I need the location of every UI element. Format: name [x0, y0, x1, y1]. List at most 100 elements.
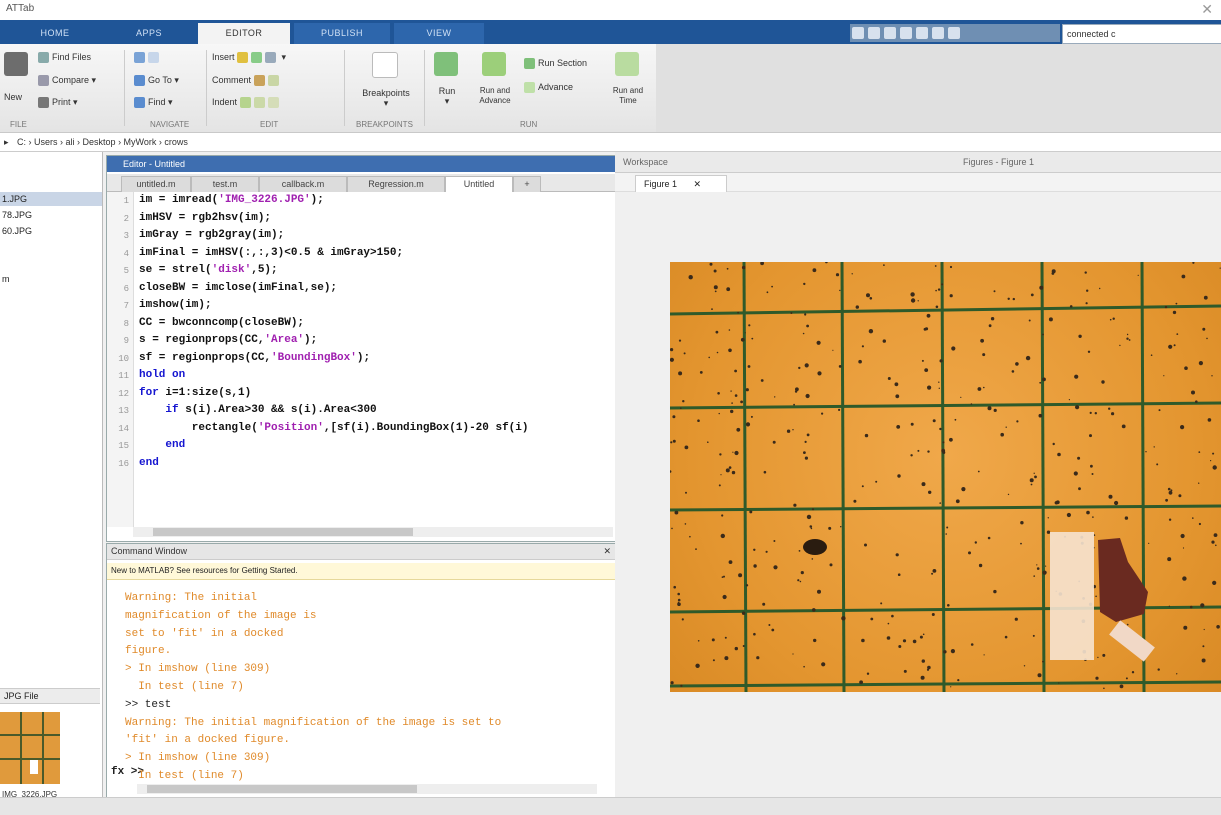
code-line[interactable]: se = strel('disk',5); — [139, 264, 278, 276]
goto-button[interactable]: Go To ▾ — [134, 75, 179, 87]
tab-view[interactable]: VIEW — [394, 23, 484, 44]
file-item[interactable]: m — [0, 272, 102, 286]
save-icon[interactable] — [852, 27, 864, 39]
comment-button[interactable]: Comment — [212, 75, 282, 87]
speck — [809, 525, 813, 528]
speck — [931, 613, 935, 616]
find-files-button[interactable]: Find Files — [38, 52, 91, 64]
close-icon[interactable]: ✕ — [603, 544, 611, 559]
run-button[interactable]: Run ▾ — [434, 52, 460, 107]
code-line[interactable]: s = regionprops(CC,'Area'); — [139, 334, 317, 346]
figure-tab[interactable]: Figure 1 ✕ — [635, 175, 727, 192]
speck — [931, 572, 934, 575]
file-item[interactable]: 60.JPG — [0, 224, 102, 238]
horizontal-scrollbar[interactable] — [133, 527, 613, 537]
editor-tab[interactable]: test.m — [191, 176, 259, 192]
navigate-arrows[interactable] — [134, 52, 162, 64]
copy-icon[interactable] — [884, 27, 896, 39]
speck — [932, 419, 936, 423]
run-section-button[interactable]: Run Section — [524, 58, 587, 70]
print-button[interactable]: Print ▾ — [38, 97, 78, 109]
compare-button[interactable]: Compare ▾ — [38, 75, 96, 87]
speck — [1016, 420, 1019, 423]
speck — [730, 409, 734, 414]
code-line[interactable]: for i=1:size(s,1) — [139, 387, 251, 399]
speck — [912, 639, 917, 644]
speck — [1172, 310, 1177, 315]
editor-tab-active[interactable]: Untitled — [445, 176, 513, 192]
search-input[interactable] — [1062, 24, 1221, 44]
run-time-button[interactable]: Run and Time — [606, 52, 650, 106]
advance-button[interactable]: Advance — [524, 82, 573, 94]
horizontal-scrollbar[interactable] — [137, 784, 597, 794]
line-number: 15 — [118, 441, 129, 451]
new-button[interactable]: New — [4, 52, 31, 102]
editor-tab[interactable]: untitled.m — [121, 176, 191, 192]
speck — [753, 564, 757, 568]
speck — [817, 371, 822, 376]
speck — [861, 345, 864, 348]
file-item[interactable]: 1.JPG — [0, 192, 102, 206]
code-line[interactable]: imshow(im); — [139, 299, 212, 311]
speck — [946, 526, 949, 529]
speck — [1042, 377, 1046, 382]
command-output-line: magnification of the image is — [125, 609, 317, 622]
code-line[interactable]: im = imread('IMG_3226.JPG'); — [139, 194, 324, 206]
indent-button[interactable]: Indent — [212, 97, 282, 109]
divider — [344, 50, 345, 126]
close-icon[interactable]: ✕ — [1201, 1, 1213, 18]
editor-tab[interactable]: callback.m — [259, 176, 347, 192]
folder-nav-icon[interactable]: ▸ — [4, 137, 9, 147]
speck — [734, 646, 738, 651]
speck — [684, 523, 687, 525]
line-number: 1 — [123, 196, 129, 206]
run-advance-button[interactable]: Run and Advance — [472, 52, 518, 106]
cut-icon[interactable] — [868, 27, 880, 39]
current-folder-path[interactable]: C: › Users › ali › Desktop › MyWork › cr… — [17, 137, 188, 147]
insert-button[interactable]: Insert ▾ — [212, 52, 286, 64]
tab-apps[interactable]: APPS — [104, 23, 194, 44]
speck — [864, 433, 869, 438]
breakpoints-button[interactable]: Breakpoints ▾ — [358, 52, 414, 109]
code-line[interactable]: closeBW = imclose(imFinal,se); — [139, 282, 337, 294]
help-icon[interactable] — [948, 27, 960, 39]
speck — [768, 624, 771, 626]
tab-home[interactable]: HOME — [10, 23, 100, 44]
editor-tab[interactable]: Regression.m — [347, 176, 445, 192]
code-line[interactable]: end — [139, 439, 185, 451]
code-line[interactable]: CC = bwconncomp(closeBW); — [139, 317, 304, 329]
code-line[interactable]: end — [139, 457, 159, 469]
close-icon[interactable]: ✕ — [694, 179, 702, 189]
find-button[interactable]: Find ▾ — [134, 97, 173, 109]
tab-publish[interactable]: PUBLISH — [294, 23, 390, 44]
figure-image[interactable] — [670, 262, 1221, 692]
code-line[interactable]: rectangle('Position',[sf(i).BoundingBox(… — [139, 422, 529, 434]
code-line[interactable]: imFinal = imHSV(:,:,3)<0.5 & imGray>150; — [139, 247, 403, 259]
group-run-label: RUN — [520, 120, 538, 129]
new-tab-button[interactable]: + — [513, 176, 541, 192]
address-bar[interactable]: ▸ C: › Users › ali › Desktop › MyWork › … — [0, 133, 1221, 152]
code-line[interactable]: sf = regionprops(CC,'BoundingBox'); — [139, 352, 370, 364]
paste-icon[interactable] — [900, 27, 912, 39]
scrollbar-thumb[interactable] — [147, 785, 417, 793]
speck — [895, 553, 899, 557]
speck — [799, 580, 802, 583]
redo-icon[interactable] — [932, 27, 944, 39]
note-text[interactable]: New to MATLAB? See resources for Getting… — [111, 566, 298, 575]
speck — [1094, 412, 1097, 415]
speck — [866, 672, 870, 675]
code-line[interactable]: hold on — [139, 369, 185, 381]
speck — [816, 340, 821, 345]
speck — [678, 339, 682, 342]
undo-icon[interactable] — [916, 27, 928, 39]
speck — [697, 640, 700, 642]
code-line[interactable]: imHSV = rgb2hsv(im); — [139, 212, 271, 224]
speck — [840, 526, 842, 528]
tab-editor[interactable]: EDITOR — [198, 23, 290, 44]
code-line[interactable]: if s(i).Area>30 && s(i).Area<300 — [139, 404, 376, 416]
quick-access-toolbar[interactable] — [850, 24, 1060, 42]
code-line[interactable]: imGray = rgb2gray(im); — [139, 229, 284, 241]
compare-icon — [38, 75, 49, 87]
scrollbar-thumb[interactable] — [153, 528, 413, 536]
file-item[interactable]: 78.JPG — [0, 208, 102, 222]
